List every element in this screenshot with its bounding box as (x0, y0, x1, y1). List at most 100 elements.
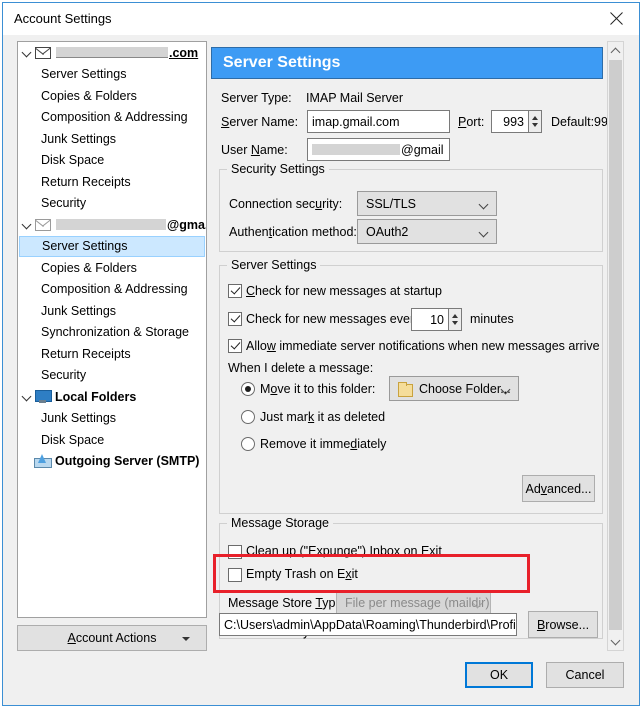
sidebar-item-server-settings[interactable]: Server Settings (18, 64, 206, 86)
tree-item-label: Return Receipts (41, 174, 131, 189)
tree-item-label: Server Settings (41, 67, 127, 82)
scrollbar-thumb[interactable] (609, 60, 622, 630)
radio-move-label: Move it to this folder: (260, 382, 376, 396)
check-startup-label: Check for new messages at startup (246, 284, 442, 298)
connection-security-value: SSL/TLS (366, 196, 417, 211)
folder-icon (398, 382, 413, 397)
highlight-rectangle (213, 554, 530, 593)
choose-folder-label: Choose Folder... (419, 381, 511, 396)
tree-item-label: Composition & Addressing (41, 282, 188, 297)
sidebar-item-composition-addressing-2[interactable]: Composition & Addressing (18, 279, 206, 301)
tree-item-label: Junk Settings (41, 303, 117, 318)
message-storage-title: Message Storage (227, 516, 333, 530)
user-name-input[interactable]: @gmail (307, 138, 450, 161)
tree-item-label: Junk Settings (41, 131, 117, 146)
server-type-label: Server Type: (221, 91, 292, 105)
minutes-label: minutes (470, 312, 514, 326)
radio-mark-label: Just mark it as deleted (260, 410, 386, 424)
auth-method-label: Authentication method: (229, 225, 357, 239)
sidebar-item-return-receipts[interactable]: Return Receipts (18, 171, 206, 193)
tree-item-label: Synchronization & Storage (41, 325, 190, 340)
check-every-label: Check for new messages every (246, 312, 420, 326)
local-folders-icon (35, 390, 52, 404)
chevron-down-icon (478, 199, 489, 210)
radio-remove-label: Remove it immediately (260, 437, 387, 451)
pane-scrollbar[interactable] (607, 41, 624, 651)
tree-item-label: Return Receipts (41, 346, 131, 361)
tree-item-label: Outgoing Server (SMTP) (55, 454, 200, 469)
chevron-down-icon (478, 227, 489, 238)
allow-notifications-checkbox[interactable] (228, 339, 242, 353)
sidebar-item-copies-folders[interactable]: Copies & Folders (18, 85, 206, 107)
choose-folder-select[interactable]: Choose Folder... (389, 376, 519, 401)
check-startup-checkbox[interactable] (228, 284, 242, 298)
advanced-button[interactable]: Advanced... (522, 475, 595, 502)
sidebar-item-disk-space[interactable]: Disk Space (18, 150, 206, 172)
window-title: Account Settings (14, 11, 112, 26)
close-icon[interactable] (594, 3, 639, 34)
sidebar-item-server-settings-selected[interactable]: Server Settings (19, 235, 205, 257)
message-store-type-select: File per message (maildir) (336, 590, 491, 615)
sidebar-item-outgoing-server[interactable]: Outgoing Server (SMTP) (18, 451, 206, 473)
tree-item-label: Security (41, 196, 87, 211)
tree-account-1[interactable]: .com (18, 42, 206, 64)
chevron-up-icon[interactable] (608, 42, 623, 59)
port-default-label: Default: (551, 115, 595, 129)
check-every-spinner[interactable] (449, 308, 462, 331)
chevron-down-icon[interactable] (608, 633, 623, 650)
check-every-checkbox[interactable] (228, 312, 242, 326)
server-name-input[interactable]: imap.gmail.com (307, 110, 450, 133)
tree-item-label: Copies & Folders (41, 260, 137, 275)
sidebar-item-junk-settings-local[interactable]: Junk Settings (18, 408, 206, 430)
user-name-value: @gmail (401, 142, 444, 157)
sidebar-item-junk-settings[interactable]: Junk Settings (18, 128, 206, 150)
connection-security-label: Connection security: (229, 197, 343, 211)
redacted-user-name (312, 144, 400, 155)
outgoing-server-icon (34, 454, 52, 469)
tree-item-label: Disk Space (41, 432, 105, 447)
caret-down-icon (182, 637, 190, 641)
connection-security-select[interactable]: SSL/TLS (357, 191, 497, 216)
tree-local-folders[interactable]: Local Folders (18, 386, 206, 408)
local-directory-input[interactable]: C:\Users\admin\AppData\Roaming\Thunderbi… (219, 613, 517, 636)
port-label: Port: (458, 115, 485, 129)
chevron-down-icon[interactable] (21, 390, 34, 403)
title-bar: Account Settings (3, 3, 639, 35)
sidebar-item-copies-folders-2[interactable]: Copies & Folders (18, 257, 206, 279)
delete-prompt-label: When I delete a message: (228, 361, 374, 375)
account-actions-button[interactable]: Account Actions (17, 625, 207, 651)
store-type-label: Message Store Type: (228, 596, 346, 610)
sidebar-item-synchronization-storage[interactable]: Synchronization & Storage (18, 322, 206, 344)
accounts-tree[interactable]: .com Server Settings Copies & Folders Co… (17, 41, 207, 618)
tree-account-2[interactable]: @gma... (18, 214, 206, 236)
auth-method-select[interactable]: OAuth2 (357, 219, 497, 244)
radio-remove-immediately[interactable] (241, 437, 255, 451)
sidebar-item-junk-settings-2[interactable]: Junk Settings (18, 300, 206, 322)
sidebar-item-composition-addressing[interactable]: Composition & Addressing (18, 107, 206, 129)
user-name-label: User Name: (221, 143, 288, 157)
sidebar-item-disk-space-local[interactable]: Disk Space (18, 429, 206, 451)
account-actions-label: Account Actions (67, 631, 157, 645)
port-input[interactable]: 993 (491, 110, 529, 133)
security-settings-title: Security Settings (227, 162, 329, 176)
port-spinner[interactable] (529, 110, 542, 133)
redacted-account-name (56, 47, 168, 59)
tree-item-label: Local Folders (55, 389, 137, 404)
cancel-button[interactable]: Cancel (546, 662, 624, 688)
mail-account-icon (35, 46, 51, 59)
tree-item-label: Security (41, 368, 87, 383)
ok-button[interactable]: OK (465, 662, 533, 688)
check-every-input[interactable]: 10 (411, 308, 449, 331)
chevron-down-icon[interactable] (21, 218, 34, 231)
message-store-type-value: File per message (maildir) (345, 595, 490, 610)
tree-item-label: Copies & Folders (41, 88, 137, 103)
sidebar-item-security[interactable]: Security (18, 193, 206, 215)
chevron-down-icon[interactable] (21, 46, 34, 59)
tree-item-label: Server Settings (42, 239, 128, 254)
radio-mark-deleted[interactable] (241, 410, 255, 424)
browse-button[interactable]: Browse... (528, 611, 598, 638)
radio-move-to-folder[interactable] (241, 382, 255, 396)
tree-item-label: Disk Space (41, 153, 105, 168)
sidebar-item-return-receipts-2[interactable]: Return Receipts (18, 343, 206, 365)
sidebar-item-security-2[interactable]: Security (18, 365, 206, 387)
